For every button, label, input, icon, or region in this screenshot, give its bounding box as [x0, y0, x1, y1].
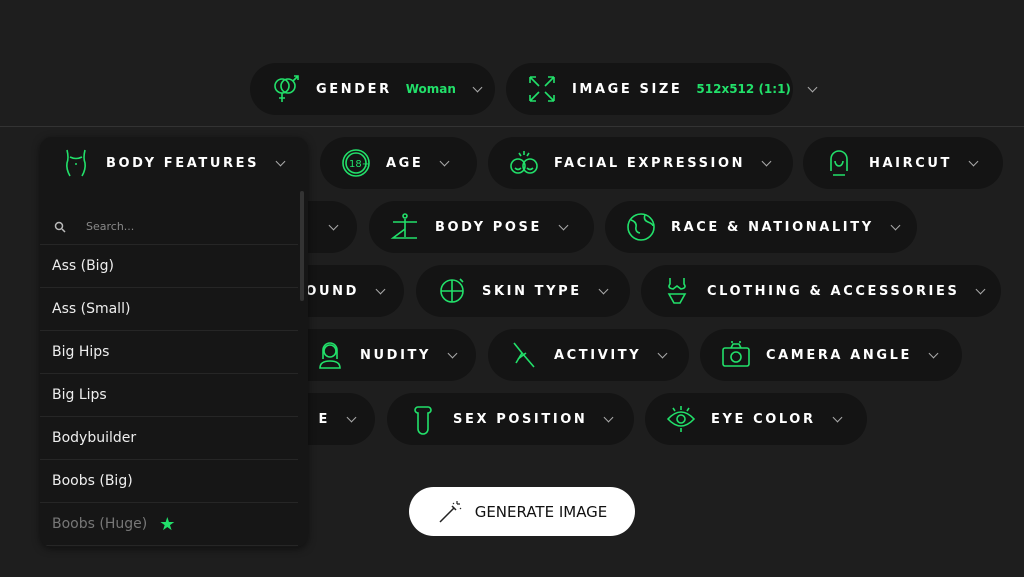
gender-label: GENDER: [316, 81, 392, 97]
list-item[interactable]: Big Lips: [40, 374, 298, 417]
eye-color-select[interactable]: EYE COLOR: [645, 393, 867, 445]
expand-icon: [526, 73, 558, 105]
chevron-down-icon: [603, 412, 614, 422]
camera-angle-select[interactable]: CAMERA ANGLE: [700, 329, 962, 381]
body-features-label: BODY FEATURES: [106, 155, 260, 171]
haircut-select[interactable]: HAIRCUT: [803, 137, 1003, 189]
chevron-down-icon: [346, 412, 357, 422]
yoga-pose-icon: [389, 211, 421, 243]
chevron-down-icon: [761, 156, 772, 166]
activity-label: ACTIVITY: [554, 347, 642, 363]
globe-icon: [625, 211, 657, 243]
chevron-down-icon: [558, 220, 569, 230]
search-box[interactable]: [40, 209, 298, 245]
list-item-premium[interactable]: Boobs (Huge) ★: [40, 503, 298, 546]
skin-face-icon: [436, 275, 468, 307]
magic-wand-icon: [439, 500, 462, 523]
chevron-down-icon: [928, 348, 939, 358]
facial-expression-label: FACIAL EXPRESSION: [554, 155, 746, 171]
list-item[interactable]: Ass (Big): [40, 245, 298, 288]
faces-icon: [508, 147, 540, 179]
age-label: AGE: [386, 155, 424, 171]
list-item[interactable]: Big Hips: [40, 331, 298, 374]
chevron-down-icon: [447, 348, 458, 358]
skin-type-label: SKIN TYPE: [482, 283, 582, 299]
item-label: Ass (Small): [52, 301, 131, 317]
bikini-icon: [661, 275, 693, 307]
gender-select[interactable]: GENDER Woman: [250, 63, 495, 115]
position-icon: [407, 403, 439, 435]
chevron-down-icon: [657, 348, 668, 358]
chevron-down-icon: [598, 284, 609, 294]
item-label: Bodybuilder: [52, 430, 137, 446]
body-icon: [60, 147, 92, 179]
sex-position-select[interactable]: SEX POSITION: [387, 393, 634, 445]
search-input[interactable]: [86, 220, 266, 233]
divider: [0, 126, 1024, 127]
activity-icon: [508, 339, 540, 371]
age-18-icon: 18+: [340, 147, 372, 179]
race-nationality-label: RACE & NATIONALITY: [671, 219, 874, 235]
sex-position-label: SEX POSITION: [453, 411, 588, 427]
scrollbar[interactable]: [300, 191, 304, 301]
race-nationality-select[interactable]: RACE & NATIONALITY: [605, 201, 917, 253]
haircut-label: HAIRCUT: [869, 155, 952, 171]
chevron-down-icon: [968, 156, 979, 166]
body-features-dropdown: BODY FEATURES Ass (Big) Ass (Small) Big …: [40, 137, 308, 547]
item-label: Big Lips: [52, 387, 107, 403]
body-features-select[interactable]: BODY FEATURES: [40, 137, 308, 189]
list-item[interactable]: Boobs (Big): [40, 460, 298, 503]
image-size-value: 512x512 (1:1): [696, 82, 791, 96]
star-icon: ★: [159, 513, 176, 535]
chevron-down-icon: [890, 220, 901, 230]
list-item[interactable]: Ass (Small): [40, 288, 298, 331]
image-size-label: IMAGE SIZE: [572, 81, 683, 97]
chevron-down-icon: [976, 284, 986, 294]
chevron-down-icon: [832, 412, 843, 422]
generate-image-label: GENERATE IMAGE: [474, 502, 608, 521]
chevron-down-icon: [807, 82, 818, 92]
chevron-down-icon: [472, 82, 483, 92]
nudity-label: NUDITY: [360, 347, 431, 363]
camera-angle-label: CAMERA ANGLE: [766, 347, 912, 363]
item-label: Big Hips: [52, 344, 110, 360]
image-size-select[interactable]: IMAGE SIZE 512x512 (1:1): [506, 63, 818, 115]
skin-type-select[interactable]: SKIN TYPE: [416, 265, 630, 317]
item-label: Ass (Big): [52, 258, 114, 274]
search-icon: [54, 221, 66, 233]
activity-select[interactable]: ACTIVITY: [488, 329, 689, 381]
pill-label: E: [318, 411, 330, 427]
pill-label: OUND: [305, 283, 359, 299]
clothing-accessories-select[interactable]: CLOTHING & ACCESSORIES: [641, 265, 1001, 317]
chevron-down-icon: [375, 284, 386, 294]
chevron-down-icon: [275, 156, 286, 166]
chevron-down-icon: [328, 220, 339, 230]
item-label: Boobs (Huge): [52, 516, 148, 532]
camera-icon: [720, 339, 752, 371]
woman-icon: [314, 339, 346, 371]
age-select[interactable]: 18+ AGE: [320, 137, 477, 189]
svg-text:18+: 18+: [349, 159, 370, 170]
gender-value: Woman: [405, 82, 456, 96]
body-pose-label: BODY POSE: [435, 219, 542, 235]
gender-icon: [270, 73, 302, 105]
eye-color-label: EYE COLOR: [711, 411, 816, 427]
eye-icon: [665, 403, 697, 435]
facial-expression-select[interactable]: FACIAL EXPRESSION: [488, 137, 793, 189]
list-item[interactable]: Bodybuilder: [40, 417, 298, 460]
haircut-icon: [823, 147, 855, 179]
generate-image-button[interactable]: GENERATE IMAGE: [409, 487, 635, 536]
item-label: Boobs (Big): [52, 473, 133, 489]
chevron-down-icon: [439, 156, 450, 166]
options-list: Ass (Big) Ass (Small) Big Hips Big Lips …: [40, 245, 298, 546]
clothing-accessories-label: CLOTHING & ACCESSORIES: [707, 283, 960, 299]
body-pose-select[interactable]: BODY POSE: [369, 201, 594, 253]
